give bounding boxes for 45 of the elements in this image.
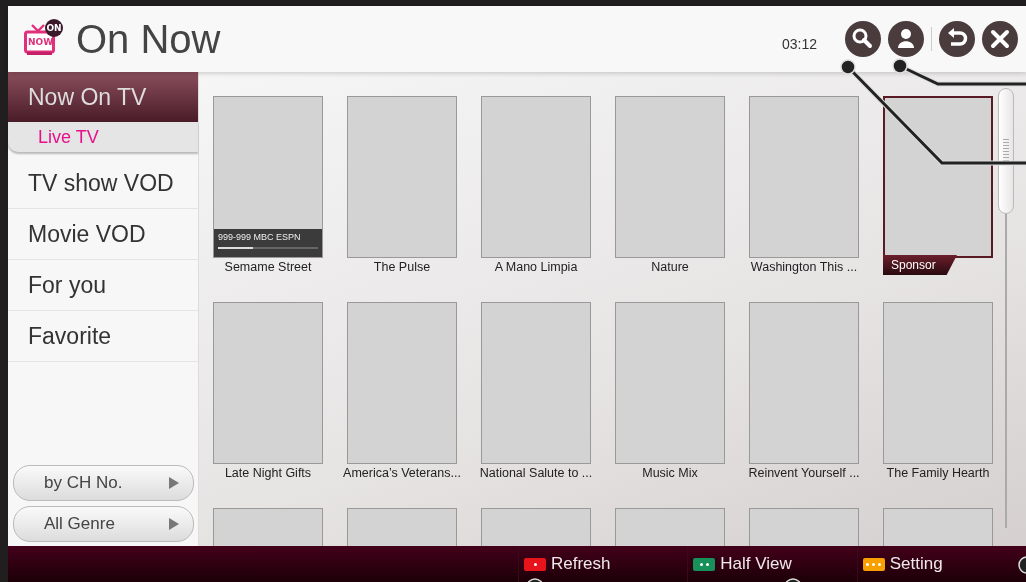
footer-action[interactable]: Half View — [720, 554, 792, 574]
tile-title: A Mano Limpia — [494, 260, 578, 274]
footer-action[interactable]: Setting — [889, 554, 943, 574]
channel-info: 999-999 MBC ESPN — [218, 232, 302, 242]
logo-badge: ON — [45, 19, 63, 37]
menu-item[interactable]: For you — [8, 260, 198, 311]
thumbnail[interactable] — [749, 96, 859, 258]
tile-title: Nature — [651, 260, 689, 274]
tile-title: Late Night Gifts — [224, 466, 312, 480]
thumbnail[interactable] — [481, 96, 591, 258]
thumbnail[interactable] — [883, 96, 993, 258]
thumbnail[interactable] — [883, 302, 993, 464]
thumbnail[interactable] — [347, 302, 457, 464]
menu-item[interactable]: TV show VOD — [8, 158, 198, 209]
back-icon[interactable] — [939, 21, 975, 57]
search-icon[interactable] — [845, 21, 881, 57]
thumbnail[interactable] — [749, 302, 859, 464]
thumbnail[interactable] — [615, 96, 725, 258]
filter-button[interactable]: All Genre — [13, 506, 194, 542]
menu-item[interactable]: Favorite — [8, 311, 198, 362]
clock: 03:12 — [781, 36, 817, 52]
sponsor-label: Sponsor — [883, 255, 957, 275]
close-icon[interactable] — [982, 21, 1018, 57]
thumbnail[interactable] — [347, 96, 457, 258]
tile-title: Washington This ... — [750, 260, 858, 274]
tile-title: The Family Hearth — [886, 466, 990, 480]
tile-title: Reinvent Yourself ... — [748, 466, 860, 480]
thumbnail[interactable] — [481, 302, 591, 464]
profile-icon[interactable] — [888, 21, 924, 57]
tile-title: National Salute to ... — [479, 466, 593, 480]
menu-item[interactable]: Now On TV — [8, 72, 198, 122]
page-title: On Now — [76, 16, 221, 62]
logo-text: NOW — [28, 37, 54, 47]
thumbnail[interactable]: 999-999 MBC ESPN — [213, 96, 323, 258]
tile-title: The Pulse — [373, 260, 431, 274]
play-icon — [169, 518, 179, 530]
tile-title: Music Mix — [642, 466, 698, 480]
filter-button[interactable]: by CH No. — [13, 465, 194, 501]
tile-title: Semame Street — [224, 260, 312, 274]
thumbnail[interactable] — [615, 302, 725, 464]
thumbnail[interactable] — [213, 302, 323, 464]
play-icon — [169, 477, 179, 489]
menu-item[interactable]: Movie VOD — [8, 209, 198, 260]
tile-title: America’s Veterans... — [343, 466, 461, 480]
footer-action[interactable]: Refresh — [551, 554, 611, 574]
